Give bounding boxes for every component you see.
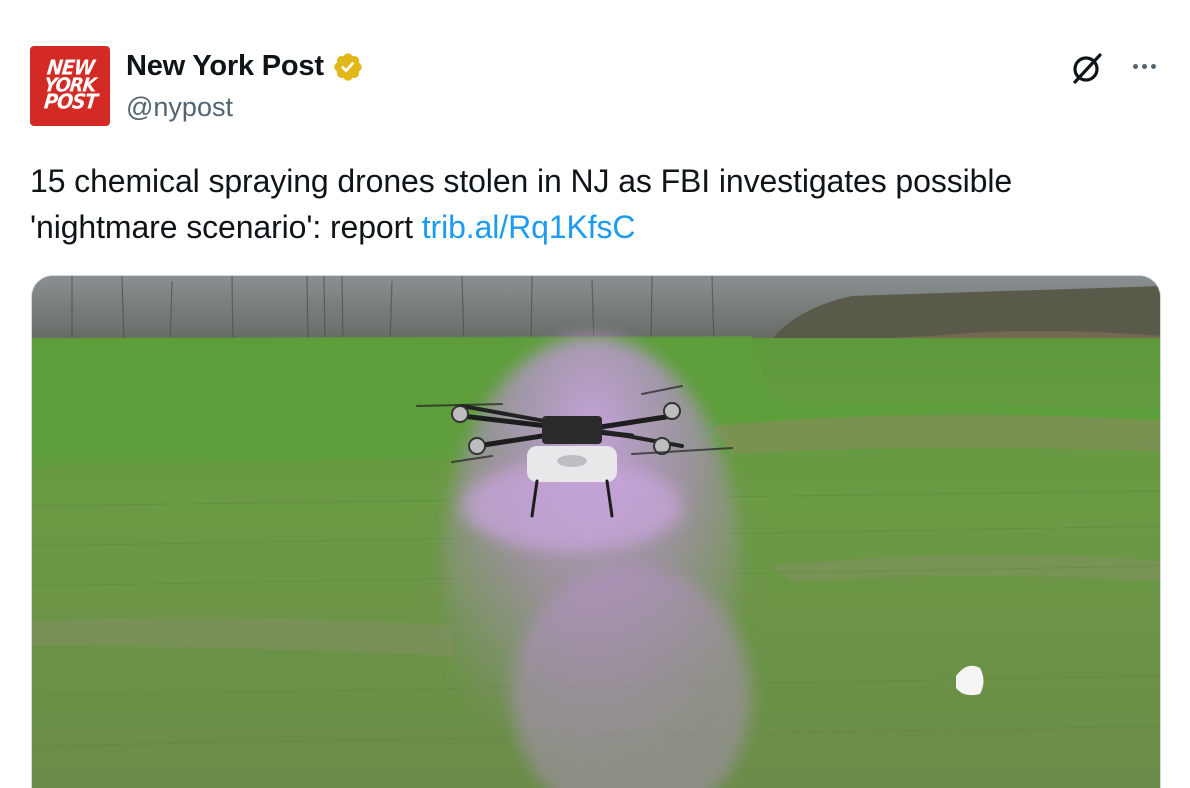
more-options-button[interactable] [1122, 48, 1166, 84]
tweet-media-photo[interactable] [31, 275, 1161, 788]
author-avatar[interactable]: NEW YORK POST [30, 46, 110, 126]
tweet-card: NEW YORK POST New York Post @nypost 15 c… [0, 0, 1190, 788]
tweet-text: 15 chemical spraying drones stolen in NJ… [30, 158, 1150, 250]
author-handle[interactable]: @nypost [126, 92, 233, 123]
more-horizontal-icon [1132, 63, 1156, 69]
avatar-text-line: POST [42, 90, 98, 115]
author-display-name[interactable]: New York Post [126, 50, 324, 83]
author-name-row: New York Post [126, 50, 364, 83]
verified-badge-icon[interactable] [332, 51, 364, 83]
drone-field-photo [32, 276, 1160, 788]
grok-icon [1073, 53, 1102, 84]
tweet-link[interactable]: trib.al/Rq1KfsC [422, 209, 636, 245]
grok-button[interactable] [1064, 46, 1108, 90]
